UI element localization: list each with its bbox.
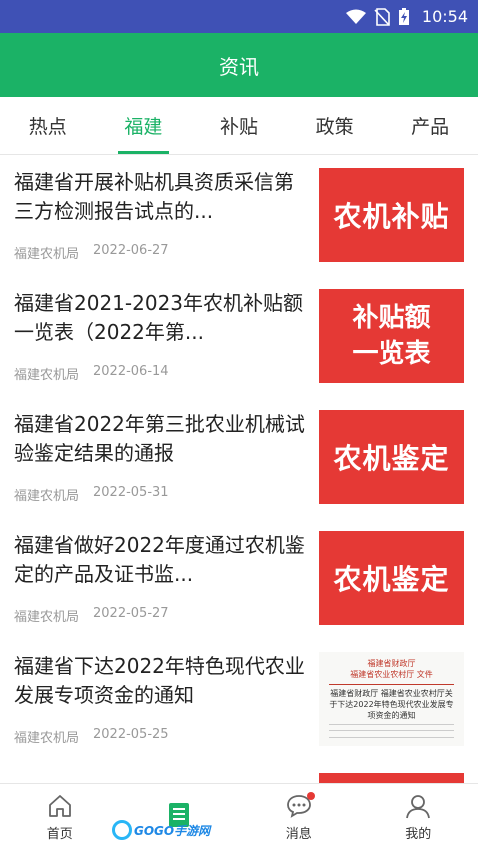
news-source: 福建农机局: [14, 247, 80, 262]
tab-product[interactable]: 产品: [382, 97, 478, 154]
news-date: 2022-05-25: [93, 727, 169, 742]
category-tabs: 热点 福建 补贴 政策 产品: [0, 97, 478, 155]
news-thumbnail: [319, 773, 464, 783]
tab-hot[interactable]: 热点: [0, 97, 96, 154]
news-text: [14, 773, 319, 783]
news-title: 福建省2022年第三批农业机械试验鉴定结果的通报: [14, 412, 305, 465]
tab-subsidy[interactable]: 补贴: [191, 97, 287, 154]
status-bar: 10:54: [0, 0, 478, 33]
news-meta: 福建农机局 2022-06-14: [14, 364, 309, 383]
home-icon: [48, 794, 71, 817]
watermark-text: GOGO手游网: [134, 823, 211, 838]
thumbnail-text: 补贴额: [352, 303, 431, 333]
news-date: 2022-06-27: [93, 243, 169, 258]
battery-charging-icon: [398, 7, 409, 25]
thumbnail-text: 一览表: [352, 339, 431, 369]
watermark: GOGO手游网: [112, 820, 210, 840]
news-title: 福建省下达2022年特色现代农业发展专项资金的通知: [14, 654, 305, 707]
news-text: 福建省做好2022年度通过农机鉴定的产品及证书监... 福建农机局 2022-0…: [14, 531, 319, 639]
news-thumbnail: 补贴额 一览表: [319, 289, 464, 383]
news-thumbnail: 农机补贴: [319, 168, 464, 262]
news-item[interactable]: 福建省2022年第三批农业机械试验鉴定结果的通报 福建农机局 2022-05-3…: [0, 397, 478, 518]
thumbnail-text: 农机补贴: [333, 200, 450, 233]
news-list: 福建省开展补贴机具资质采信第三方检测报告试点的... 福建农机局 2022-06…: [0, 155, 478, 783]
no-sim-icon: [374, 7, 390, 26]
news-text: 福建省开展补贴机具资质采信第三方检测报告试点的... 福建农机局 2022-06…: [14, 168, 319, 276]
news-title: 福建省做好2022年度通过农机鉴定的产品及证书监...: [14, 533, 305, 586]
news-source: 福建农机局: [14, 368, 80, 383]
news-thumbnail: 农机鉴定: [319, 410, 464, 504]
page-title: 资讯: [0, 33, 478, 97]
news-date: 2022-05-31: [93, 485, 169, 500]
document-header: 福建省财政厅 福建省农业农村厅 文件: [350, 659, 433, 679]
news-meta: 福建农机局 2022-05-31: [14, 485, 309, 504]
thumbnail-text: 农机鉴定: [333, 442, 450, 475]
watermark-logo-icon: [112, 820, 132, 840]
nav-label: 我的: [405, 826, 432, 842]
news-text: 福建省2022年第三批农业机械试验鉴定结果的通报 福建农机局 2022-05-3…: [14, 410, 319, 518]
news-date: 2022-06-14: [93, 364, 169, 379]
news-title: 福建省开展补贴机具资质采信第三方检测报告试点的...: [14, 170, 294, 223]
news-title: 福建省2021-2023年农机补贴额一览表（2022年第...: [14, 291, 304, 344]
news-date: 2022-05-27: [93, 606, 169, 621]
news-item[interactable]: 福建省做好2022年度通过农机鉴定的产品及证书监... 福建农机局 2022-0…: [0, 518, 478, 639]
nav-home[interactable]: 首页: [0, 784, 120, 850]
unread-badge: [306, 792, 315, 800]
news-meta: 福建农机局 2022-05-25: [14, 727, 309, 746]
nav-label: 消息: [285, 826, 312, 842]
news-thumbnail: 农机鉴定: [319, 531, 464, 625]
news-source: 福建农机局: [14, 610, 80, 625]
news-item[interactable]: 福建省2021-2023年农机补贴额一览表（2022年第... 福建农机局 20…: [0, 276, 478, 397]
document-title: 福建省财政厅 福建省农业农村厅关于下达2022年特色现代农业发展专项资金的通知: [329, 689, 454, 721]
news-text: 福建省下达2022年特色现代农业发展专项资金的通知 福建农机局 2022-05-…: [14, 652, 319, 760]
bottom-nav: 首页 消息 我的 GOGO手游网: [0, 783, 478, 850]
nav-label: 首页: [46, 826, 73, 842]
status-time: 10:54: [421, 7, 468, 26]
news-thumbnail: 福建省财政厅 福建省农业农村厅 文件 福建省财政厅 福建省农业农村厅关于下达20…: [319, 652, 464, 746]
news-source: 福建农机局: [14, 489, 80, 504]
profile-icon: [406, 794, 431, 818]
news-item[interactable]: 福建省下达2022年特色现代农业发展专项资金的通知 福建农机局 2022-05-…: [0, 639, 478, 760]
tab-policy[interactable]: 政策: [287, 97, 383, 154]
nav-profile[interactable]: 我的: [359, 784, 478, 850]
thumbnail-text: 农机鉴定: [333, 563, 450, 596]
tab-fujian[interactable]: 福建: [96, 97, 192, 154]
news-meta: 福建农机局 2022-06-27: [14, 243, 309, 262]
nav-messages[interactable]: 消息: [239, 784, 359, 850]
news-source: 福建农机局: [14, 731, 80, 746]
wifi-icon: [345, 9, 366, 24]
news-item-partial[interactable]: [0, 760, 478, 783]
nav-news[interactable]: [120, 784, 240, 850]
news-item[interactable]: 福建省开展补贴机具资质采信第三方检测报告试点的... 福建农机局 2022-06…: [0, 155, 478, 276]
news-text: 福建省2021-2023年农机补贴额一览表（2022年第... 福建农机局 20…: [14, 289, 319, 397]
news-meta: 福建农机局 2022-05-27: [14, 606, 309, 625]
